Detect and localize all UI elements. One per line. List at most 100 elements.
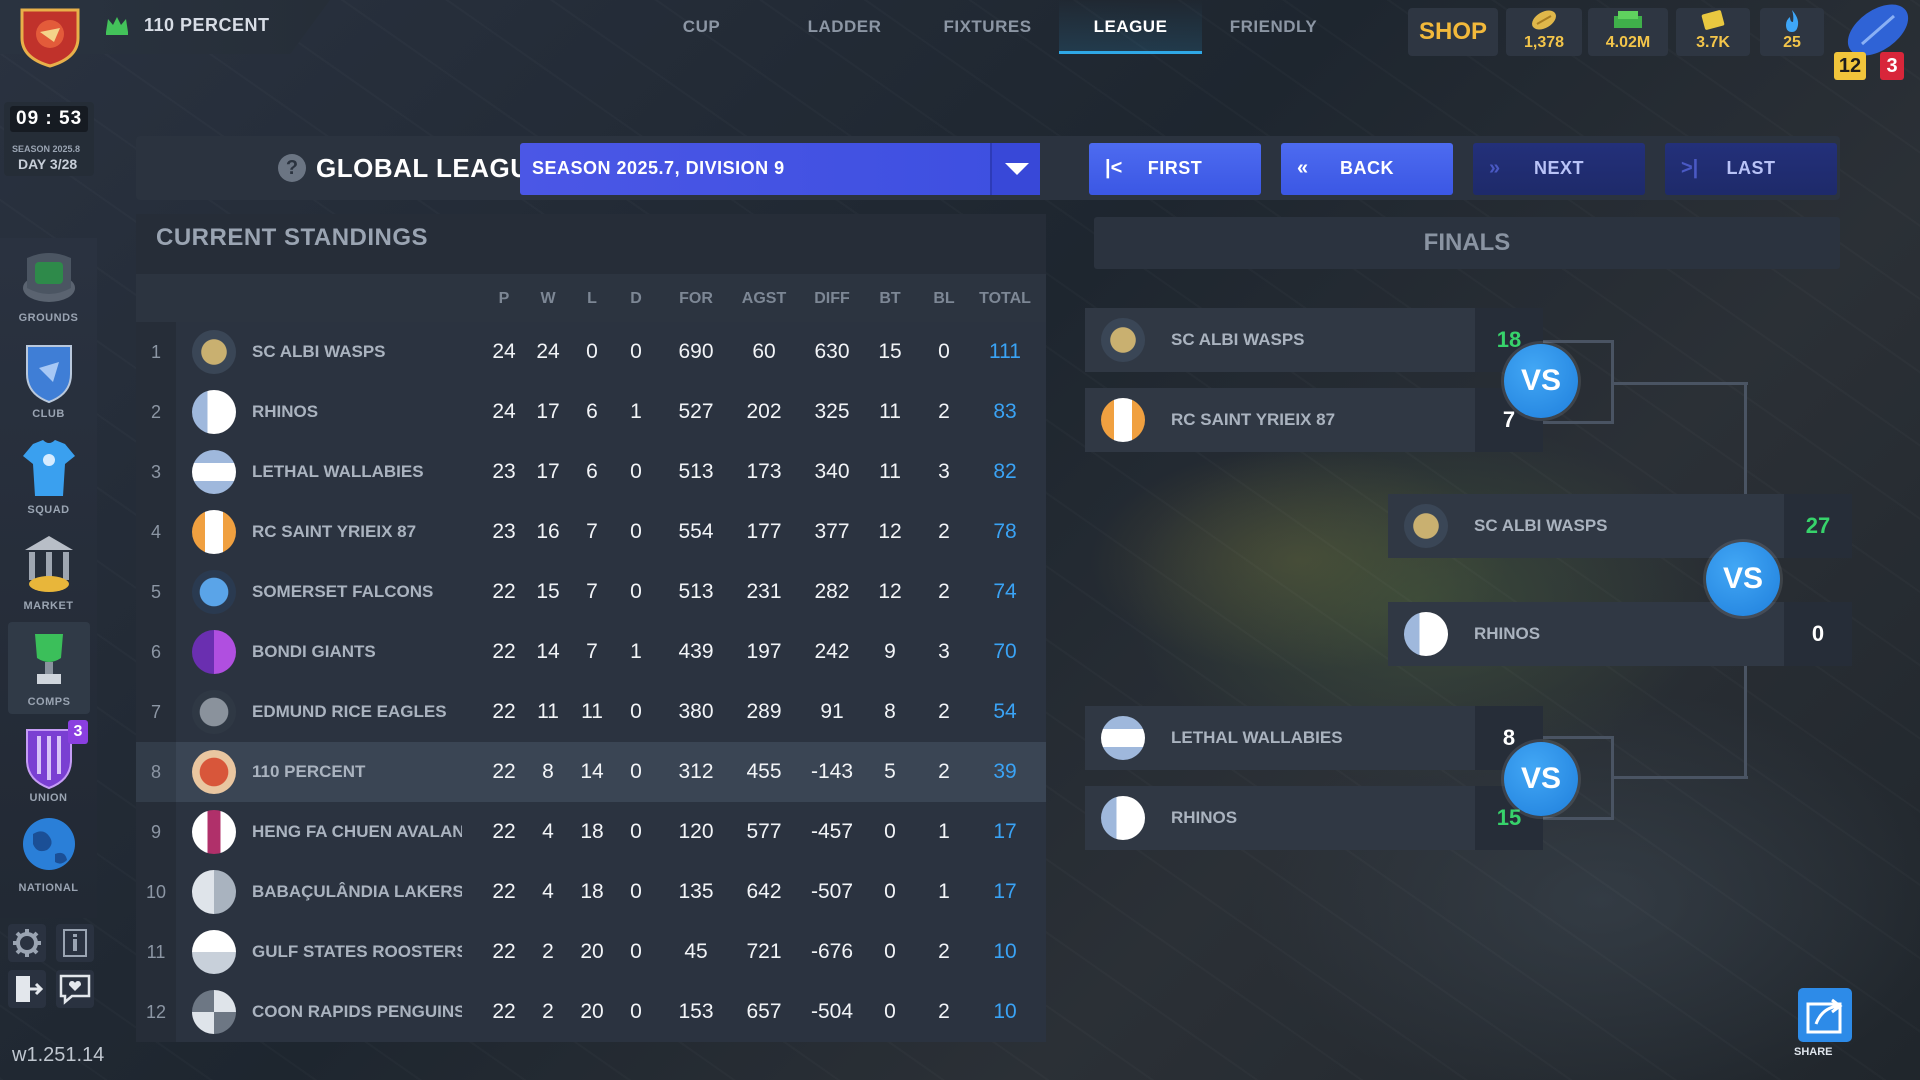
crown-icon (106, 17, 128, 35)
table-row[interactable]: 5 SOMERSET FALCONS 22 15 7 0 513 231 282 12 2 74 (136, 562, 1046, 622)
help-icon[interactable]: ? (278, 154, 306, 182)
flame-currency[interactable]: 25 (1760, 8, 1824, 56)
table-row[interactable]: 9 HENG FA CHUEN AVALAN 22 4 18 0 120 577 -457 0 1 1… (136, 802, 1046, 862)
bank-icon (24, 536, 73, 592)
stat-agst: 289 (746, 700, 782, 723)
rugby-ball-currency[interactable]: 1,378 (1506, 8, 1582, 56)
stat-p: 22 (492, 640, 516, 663)
stat-w: 4 (542, 820, 554, 843)
semi2-team-a[interactable]: LETHAL WALLABIES (1085, 706, 1475, 770)
stat-l: 11 (581, 700, 603, 723)
share-button[interactable] (1798, 988, 1852, 1042)
ticket-currency[interactable]: 3.7K (1676, 8, 1750, 56)
stat-agst: 455 (746, 760, 782, 783)
stat-bl: 2 (938, 700, 950, 723)
ticket-icon (1701, 10, 1725, 30)
rank: 9 (150, 822, 161, 842)
sidebar-item-market[interactable]: MARKET (0, 526, 97, 618)
stat-d: 0 (630, 520, 642, 543)
col-w: W (540, 290, 556, 307)
team-name: EDMUND RICE EAGLES (252, 702, 447, 721)
semi1-team-a[interactable]: SC ALBI WASPS (1085, 308, 1475, 372)
dropdown-toggle[interactable] (990, 143, 1040, 195)
table-row[interactable]: 4 RC SAINT YRIEIX 87 23 16 7 0 554 177 377 12 2 78 (136, 502, 1046, 562)
sidebar-item-grounds[interactable]: GROUNDS (0, 238, 97, 330)
stat-agst: 721 (746, 940, 782, 963)
team-name: BONDI GIANTS (252, 642, 376, 661)
col-agst: AGST (741, 290, 787, 307)
rank: 3 (150, 462, 161, 482)
semi2-team-b[interactable]: RHINOS (1085, 786, 1475, 850)
season-label: SEASON 2025.8 (12, 144, 81, 154)
stat-for: 554 (678, 520, 714, 543)
tab-friendly[interactable]: FRIENDLY (1202, 0, 1345, 54)
stat-agst: 173 (746, 460, 782, 483)
tab-league[interactable]: LEAGUE (1059, 0, 1202, 54)
shop-button[interactable]: SHOP (1408, 8, 1498, 56)
table-row[interactable]: 12 COON RAPIDS PENGUINS 22 2 20 0 153 657 -504 0 2… (136, 982, 1046, 1042)
rank: 4 (150, 522, 161, 542)
sidebar-item-label: NATIONAL (18, 882, 79, 894)
last-button[interactable]: >| LAST (1665, 143, 1837, 195)
stat-bt: 0 (884, 940, 896, 963)
team-logo-icon (192, 750, 236, 794)
team-logo-icon (192, 510, 236, 554)
jersey-icon (22, 440, 75, 496)
standings-title: CURRENT STANDINGS (156, 224, 429, 251)
stat-p: 24 (492, 400, 516, 423)
sidebar-item-national[interactable]: NATIONAL (0, 808, 97, 900)
sidebar-item-union[interactable]: 3 UNION (0, 718, 97, 810)
table-row[interactable]: 8 110 PERCENT 22 8 14 0 312 455 -143 5 2 39 (136, 742, 1046, 802)
bracket-line-right (1744, 382, 1747, 494)
feedback-button[interactable] (56, 970, 94, 1008)
team-logo-icon (192, 930, 236, 974)
season-dropdown[interactable]: SEASON 2025.7, DIVISION 9 (520, 143, 1040, 195)
tab-cup[interactable]: CUP (630, 0, 773, 54)
tab-ladder[interactable]: LADDER (773, 0, 916, 54)
stat-for: 690 (678, 340, 714, 363)
back-button[interactable]: « BACK (1281, 143, 1453, 195)
finals-title: FINALS (1094, 217, 1840, 269)
info-icon (63, 929, 87, 957)
stat-bl: 3 (938, 460, 950, 483)
cash-amount: 4.02M (1605, 34, 1651, 51)
table-row[interactable]: 2 RHINOS 24 17 6 1 527 202 325 11 2 83 (136, 382, 1046, 442)
club-logo-icon[interactable] (14, 4, 86, 68)
trophy-icon (35, 634, 63, 684)
table-row[interactable]: 6 BONDI GIANTS 22 14 7 1 439 197 242 9 3 70 (136, 622, 1046, 682)
sidebar-item-club[interactable]: CLUB (0, 334, 97, 426)
rank: 1 (150, 342, 161, 362)
rank: 11 (146, 942, 166, 962)
tab-fixtures[interactable]: FIXTURES (916, 0, 1059, 54)
back-button-label: BACK (1340, 158, 1394, 178)
first-button[interactable]: |< FIRST (1089, 143, 1261, 195)
sidebar-item-label: GROUNDS (18, 312, 79, 324)
stat-d: 0 (630, 460, 642, 483)
info-button[interactable] (56, 924, 94, 962)
stat-total: 10 (993, 1000, 1017, 1023)
table-row[interactable]: 1 SC ALBI WASPS 24 24 0 0 690 60 630 15 0 111 (136, 322, 1046, 382)
sidebar-item-comps[interactable]: COMPS (8, 622, 90, 714)
table-row[interactable]: 10 BABAÇULÂNDIA LAKERS 22 4 18 0 135 642 -507 0 1 1… (136, 862, 1046, 922)
stat-diff: 377 (814, 520, 850, 543)
table-row[interactable]: 11 GULF STATES ROOSTERS 22 2 20 0 45 721 -676 0 2 1… (136, 922, 1046, 982)
notification-badge[interactable]: 3 (1880, 52, 1904, 80)
stat-d: 0 (630, 880, 642, 903)
semi1-team-b[interactable]: RC SAINT YRIEIX 87 (1085, 388, 1475, 452)
sidebar-item-squad[interactable]: SQUAD (0, 430, 97, 522)
stat-agst: 202 (746, 400, 782, 423)
bracket-line-mid2 (1612, 776, 1748, 779)
stat-l: 6 (586, 460, 598, 483)
next-button[interactable]: » NEXT (1473, 143, 1645, 195)
table-row[interactable]: 7 EDMUND RICE EAGLES 22 11 11 0 380 289 91 8 2 54 (136, 682, 1046, 742)
team-logo-icon (1101, 318, 1145, 362)
stat-agst: 642 (746, 880, 782, 903)
cash-currency[interactable]: 4.02M (1588, 8, 1668, 56)
sidebar-item-label: UNION (29, 792, 68, 804)
settings-button[interactable] (8, 924, 46, 962)
table-row[interactable]: 3 LETHAL WALLABIES 23 17 6 0 513 173 340 11 3 82 (136, 442, 1046, 502)
stat-d: 0 (630, 1000, 642, 1023)
exit-button[interactable] (8, 970, 46, 1008)
semi2-vs-badge: VS (1504, 742, 1578, 816)
sidebar: GROUNDS CLUB SQUAD MARKET COMPS 3 UNION … (0, 238, 97, 918)
